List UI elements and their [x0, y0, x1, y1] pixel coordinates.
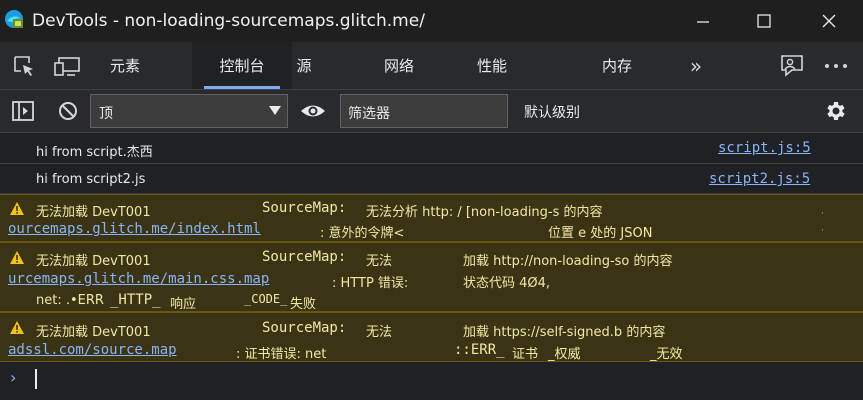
warning-text: _权威 [548, 347, 581, 362]
maximize-icon [757, 14, 771, 28]
source-link[interactable]: script.js:5 [718, 140, 811, 156]
warning-text: ::ERR_ [454, 342, 505, 358]
warning-text: _无效 [650, 347, 683, 362]
source-map-link[interactable]: adssl.com/source.map [8, 342, 177, 358]
customize-menu-button[interactable] [820, 52, 852, 80]
close-button[interactable] [806, 0, 852, 42]
javascript-context-select[interactable]: 顶 [90, 94, 288, 128]
tab-sources[interactable]: 源 [292, 42, 316, 89]
show-sidebar-icon [12, 101, 34, 121]
clear-console-icon [59, 102, 77, 120]
warning-text: : HTTP 错误: [332, 276, 409, 291]
close-icon [822, 14, 836, 28]
console-prompt[interactable]: › [0, 362, 863, 400]
warning-text: 无法加载 DevT001 [36, 325, 151, 340]
tab-label: 源 [296, 57, 312, 75]
more-tabs-button[interactable]: » [682, 54, 710, 78]
filter-placeholder: 筛选器 [348, 106, 390, 122]
tab-label: 网络 [383, 57, 414, 75]
tab-label: 性能 [476, 57, 507, 75]
feedback-icon [781, 55, 803, 77]
feedback-button[interactable] [776, 51, 808, 81]
warning-text: 响应 [170, 297, 197, 312]
console-message: hi from script.杰西 script.js:5 [0, 134, 863, 164]
console-warning: 无法加载 DevT001 SourceMap: 无法 加载 https://se… [0, 312, 863, 362]
console-toolbar: 顶 筛选器 默认级别 [0, 90, 863, 133]
warning-icon [10, 321, 24, 334]
panel-tabs: 元素 控制台 源 网络 性能 内存 » [0, 42, 863, 90]
tab-memory[interactable]: 内存 [596, 42, 638, 89]
context-value: 顶 [99, 106, 113, 122]
warning-text: 加载 https://self-signed.b 的内容 [463, 325, 666, 340]
warning-text: 无法加载 DevT001 [36, 205, 151, 220]
warning-text: 无法 [366, 325, 393, 340]
warning-text: 无法加载 DevT001 [36, 254, 151, 269]
message-text: hi from script2.js [36, 172, 146, 187]
source-link[interactable]: script2.js:5 [709, 171, 810, 187]
tab-label: 控制台 [219, 57, 265, 75]
source-map-link[interactable]: urcemaps.glitch.me/main.css.map [8, 271, 269, 287]
warning-icon [10, 251, 24, 264]
chevron-double-right-icon: » [689, 54, 703, 78]
edge-devtools-icon [5, 10, 23, 28]
prompt-chevron-icon: › [10, 368, 17, 387]
filter-input[interactable]: 筛选器 [340, 94, 508, 128]
warning-icon [10, 202, 24, 215]
message-text: hi from script.杰西 [36, 145, 153, 160]
warning-text: _HTTP_ [110, 292, 161, 308]
gear-icon [827, 102, 845, 120]
console-settings-button[interactable] [820, 97, 850, 125]
warning-text: 加载 http://non-loading-so 的内容 [463, 254, 673, 269]
warning-text: SourceMap: [262, 320, 347, 336]
log-levels-dropdown[interactable]: 默认级别 [524, 102, 580, 122]
live-expression-button[interactable] [296, 96, 330, 126]
text-caret [35, 369, 37, 389]
warning-text: 证书 [512, 347, 539, 362]
warning-text: 无法 [366, 254, 393, 269]
tab-label: 元素 [109, 57, 140, 75]
warning-text: : 意外的令牌< [320, 226, 405, 241]
maximize-button[interactable] [741, 0, 787, 42]
warning-text: SourceMap: [262, 249, 347, 265]
warning-text: 位置 e 处的 JSON [548, 226, 653, 241]
warning-text: SourceMap: [262, 200, 347, 216]
tab-network[interactable]: 网络 [378, 42, 420, 89]
minimize-button[interactable] [680, 0, 726, 42]
row-marker: · [821, 226, 824, 236]
console-warning: 无法加载 DevT001 SourceMap: 无法 加载 http://non… [0, 242, 863, 312]
warning-text: 状态代码 4Ø4, [463, 276, 551, 291]
window-title: DevTools - non-loading-sourcemaps.glitch… [32, 11, 425, 31]
row-marker: · [821, 209, 824, 219]
inspect-element-icon [14, 56, 33, 76]
eye-icon [301, 105, 325, 117]
more-options-icon [825, 64, 847, 68]
tab-elements[interactable]: 元素 [98, 42, 152, 89]
clear-console-button[interactable] [54, 97, 82, 125]
tab-performance[interactable]: 性能 [471, 42, 513, 89]
device-toolbar-icon [54, 57, 80, 76]
warning-text: : 证书错误: net [236, 347, 327, 362]
tab-console[interactable]: 控制台 [192, 42, 292, 89]
title-bar: DevTools - non-loading-sourcemaps.glitch… [0, 0, 863, 42]
device-emulation-button[interactable] [52, 52, 82, 80]
minimize-icon [697, 21, 709, 23]
active-tab-indicator [204, 86, 280, 89]
warning-text: 无法分析 http: / [non-loading-s 的内容 [366, 205, 603, 220]
tab-label: 内存 [601, 57, 632, 75]
warning-text: 失败 [290, 297, 317, 312]
console-message: hi from script2.js script2.js:5 [0, 164, 863, 194]
sidebar-toggle-button[interactable] [10, 97, 36, 125]
warning-text: _CODE_ [244, 292, 288, 306]
console-warning: 无法加载 DevT001 SourceMap: 无法分析 http: / [no… [0, 194, 863, 242]
source-map-link[interactable]: ourcemaps.glitch.me/index.html [8, 221, 261, 237]
inspect-element-button[interactable] [10, 52, 38, 80]
dropdown-arrow-icon [269, 106, 281, 115]
warning-text: net: .•ERR [36, 293, 104, 308]
